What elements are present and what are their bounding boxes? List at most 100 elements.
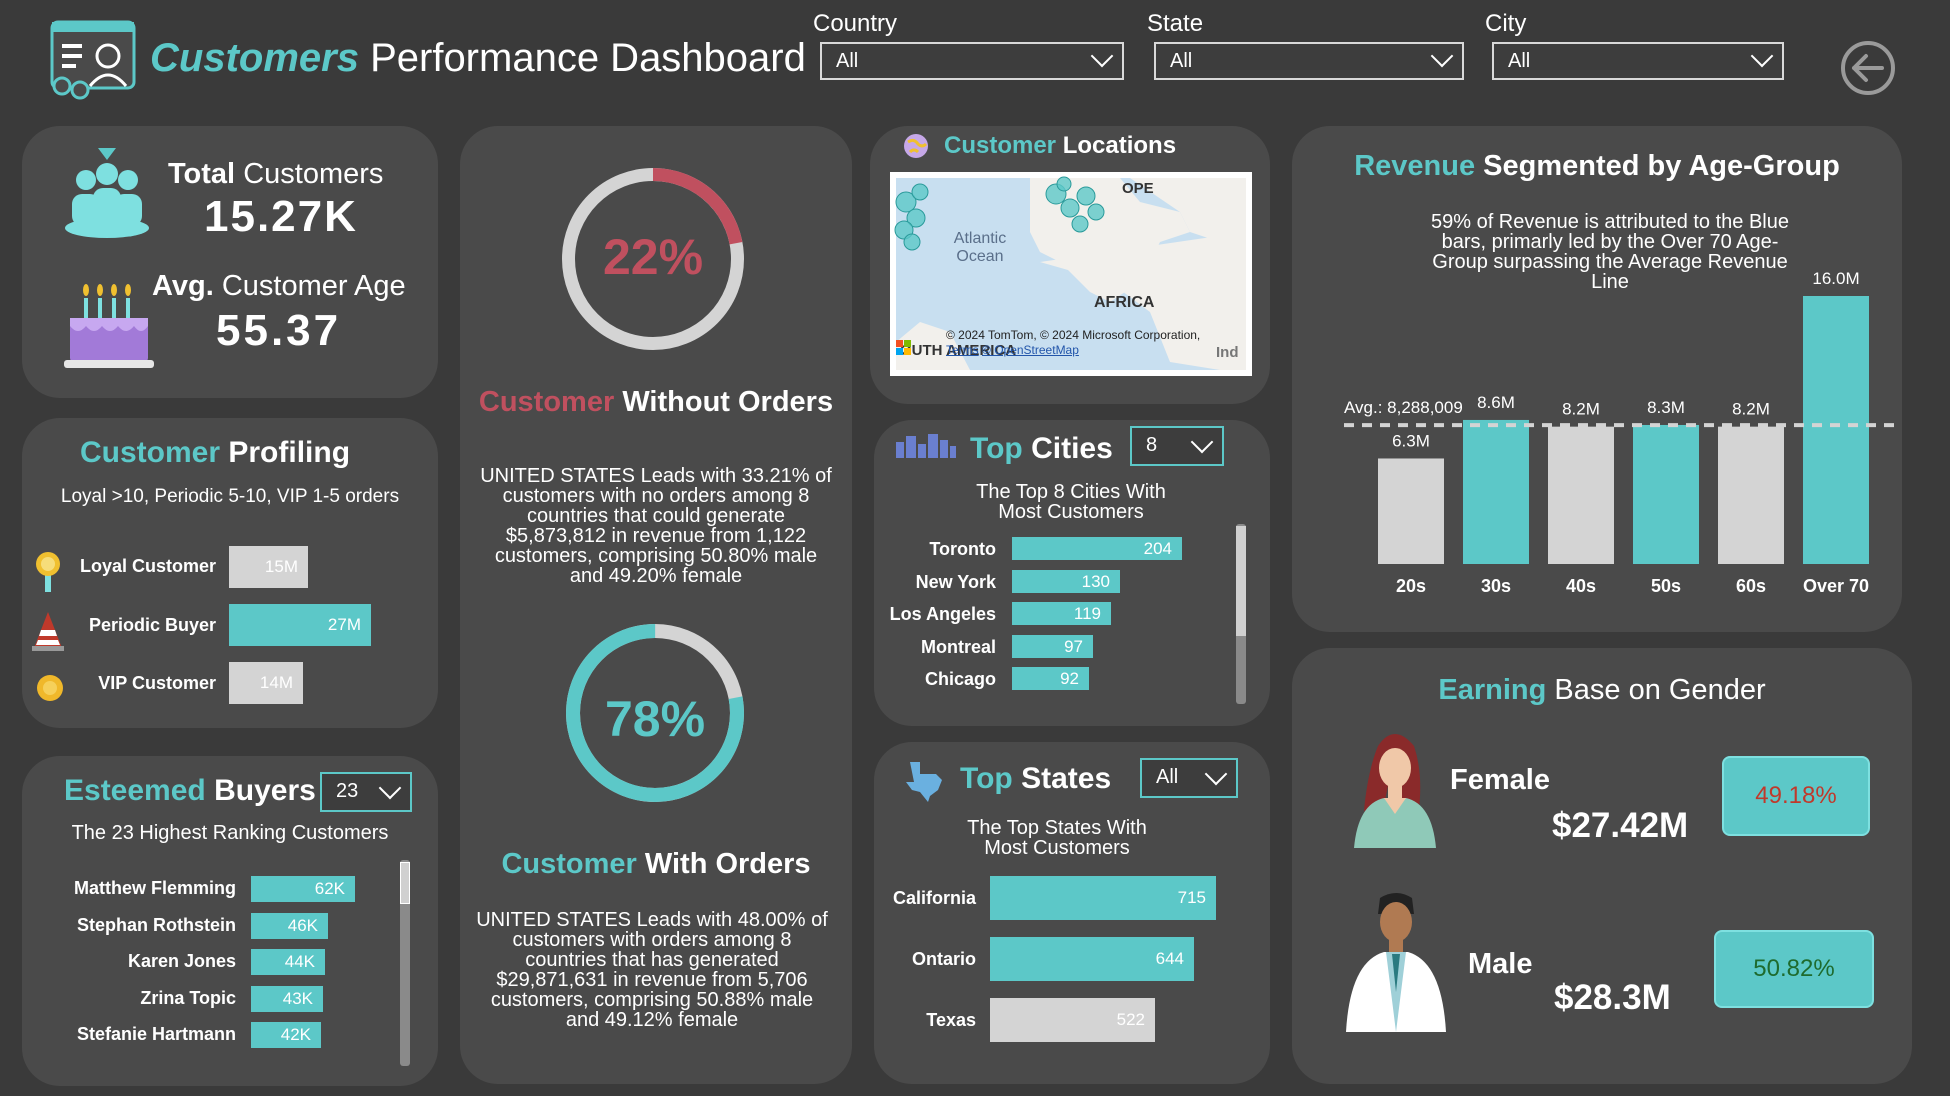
revenue-bar-value-label: 8.3M	[1647, 398, 1685, 417]
revenue-category-label: 50s	[1651, 576, 1681, 596]
profiling-title-rest: Profiling	[228, 436, 351, 469]
esteemed-row-bar[interactable]: 62K	[251, 876, 355, 902]
esteemed-count-value: 23	[336, 780, 359, 802]
top-states-value: All	[1156, 766, 1179, 788]
profiling-bar-vip[interactable]: 14M	[229, 662, 303, 704]
map-attribution-text: © 2024 TomTom, © 2024 Microsoft Corporat…	[946, 328, 1201, 342]
country-filter-dropdown[interactable]: All	[820, 42, 1124, 80]
esteemed-scrollbar-thumb[interactable]	[400, 862, 410, 904]
chevron-down-icon	[1090, 44, 1114, 68]
male-earnings: $28.3M	[1554, 978, 1671, 1017]
profiling-bar-periodic[interactable]: 27M	[229, 604, 371, 646]
revenue-bar-value-label: 6.3M	[1392, 431, 1430, 450]
chevron-down-icon	[1750, 44, 1774, 68]
total-customers-label: Total Customers	[168, 158, 383, 191]
top-cities-title-rest: Cities	[1031, 432, 1113, 465]
city-filter-dropdown[interactable]: All	[1492, 42, 1784, 80]
city-skyline-icon	[894, 432, 956, 458]
chevron-down-icon	[1430, 44, 1454, 68]
map-label-africa: AFRICA	[1094, 294, 1155, 311]
city-row-bar[interactable]: 204	[1012, 537, 1182, 560]
city-row-label: Chicago	[924, 669, 996, 689]
revenue-bar-value-label: 16.0M	[1812, 269, 1859, 288]
avg-age-value: 55.37	[216, 306, 342, 355]
revenue-bar[interactable]	[1463, 419, 1529, 564]
revenue-bar-value-label: 8.6M	[1477, 393, 1515, 412]
top-cities-scrollbar-thumb[interactable]	[1236, 526, 1246, 636]
male-percent: 50.82%	[1753, 955, 1835, 982]
esteemed-row-bar[interactable]: 44K	[251, 949, 325, 975]
top-cities-count-dropdown[interactable]: 8	[1130, 426, 1224, 466]
with-orders-title-rest: With Orders	[644, 848, 811, 880]
customers-group-icon	[62, 146, 152, 242]
profiling-label-loyal: Loyal Customer	[79, 556, 216, 576]
locations-title: Customer Locations	[944, 132, 1176, 160]
revenue-category-label: 20s	[1396, 576, 1426, 596]
esteemed-row-label: Zrina Topic	[140, 987, 236, 1008]
state-row-bar[interactable]: 522	[990, 998, 1155, 1042]
esteemed-title-accent: Esteemed	[64, 774, 206, 807]
revenue-bar[interactable]	[1718, 426, 1784, 564]
top-states-title-rest: States	[1021, 762, 1112, 795]
top-cities-title-accent: Top	[970, 432, 1023, 465]
esteemed-title-rest: Buyers	[214, 774, 316, 807]
revenue-bar[interactable]	[1548, 426, 1614, 564]
city-row-bar[interactable]: 130	[1012, 569, 1120, 593]
city-row-label: Los Angeles	[889, 604, 996, 624]
map-label-ocean: Atlantic Ocean	[953, 230, 1007, 265]
chevron-down-icon	[1204, 762, 1228, 786]
state-row-bar[interactable]: 644	[990, 937, 1194, 981]
state-filter-dropdown[interactable]: All	[1154, 42, 1464, 80]
esteemed-row-label: Karen Jones	[127, 951, 236, 971]
revenue-title-rest: Segmented by Age-Group	[1483, 150, 1840, 182]
map-terms-link[interactable]: Terms	[946, 343, 979, 357]
revenue-bar[interactable]	[1378, 458, 1444, 564]
esteemed-count-dropdown[interactable]: 23	[320, 772, 412, 812]
top-states-title-accent: Top	[960, 762, 1013, 795]
avg-age-label-bold: Avg.	[152, 270, 214, 302]
back-arrow-button[interactable]	[1840, 40, 1896, 96]
city-row-bar[interactable]: 97	[1012, 634, 1093, 658]
without-orders-percent: 22%	[602, 229, 704, 285]
profiling-title-accent: Customer	[80, 436, 221, 469]
city-row-bar[interactable]: 119	[1012, 602, 1111, 625]
state-row-label: California	[892, 888, 976, 908]
state-row-bar[interactable]: 715	[990, 876, 1216, 920]
with-orders-description: UNITED STATES Leads with 48.00% of custo…	[476, 909, 828, 1031]
city-row-bar[interactable]: 92	[1012, 667, 1089, 690]
esteemed-row-label: Matthew Flemming	[73, 878, 236, 898]
revenue-bar[interactable]	[1803, 296, 1869, 564]
revenue-bar[interactable]	[1633, 424, 1699, 564]
revenue-category-label: 60s	[1736, 576, 1766, 596]
city-row-label: New York	[915, 571, 996, 592]
revenue-title-accent: Revenue	[1354, 150, 1476, 182]
esteemed-subtitle: The 23 Highest Ranking Customers	[71, 822, 389, 844]
avg-age-label-rest: Customer Age	[221, 270, 406, 302]
revenue-category-label: Over 70	[1803, 576, 1869, 596]
country-filter-value: All	[836, 50, 859, 72]
globe-icon	[902, 132, 930, 160]
revenue-chart-title: Revenue Segmented by Age-Group	[1292, 150, 1902, 183]
esteemed-row-bar[interactable]: 42K	[251, 1022, 321, 1048]
state-row-label: Ontario	[911, 949, 976, 969]
esteemed-row-bar[interactable]: 43K	[251, 985, 323, 1012]
page-title: Customers Performance Dashboard	[150, 36, 806, 81]
revenue-average-label: Avg.: 8,288,009	[1344, 398, 1463, 417]
top-states-dropdown[interactable]: All	[1140, 758, 1238, 798]
male-avatar	[1342, 892, 1450, 1032]
with-orders-percent: 78%	[604, 691, 706, 747]
map-label-india: Ind	[1216, 344, 1239, 361]
map-osm-link[interactable]: © OpenStreetMap	[982, 343, 1079, 357]
profiling-bar-loyal[interactable]: 15M	[229, 546, 308, 588]
top-states-title: Top States	[960, 762, 1111, 796]
revenue-bar-value-label: 8.2M	[1562, 400, 1600, 419]
customer-locations-map[interactable]: Atlantic Ocean AFRICA OPE OUTH AMERICA I…	[890, 172, 1252, 376]
state-row-label: Texas	[926, 1010, 976, 1030]
page-title-rest: Performance Dashboard	[370, 36, 806, 80]
revenue-bar-value-label: 8.2M	[1732, 400, 1770, 419]
map-attribution: © 2024 TomTom, © 2024 Microsoft Corporat…	[946, 328, 1206, 358]
locations-title-rest: Locations	[1062, 132, 1177, 159]
profiling-label-vip: VIP Customer	[98, 673, 216, 693]
without-orders-title-accent: Customer	[478, 386, 615, 418]
esteemed-row-bar[interactable]: 46K	[251, 912, 328, 939]
